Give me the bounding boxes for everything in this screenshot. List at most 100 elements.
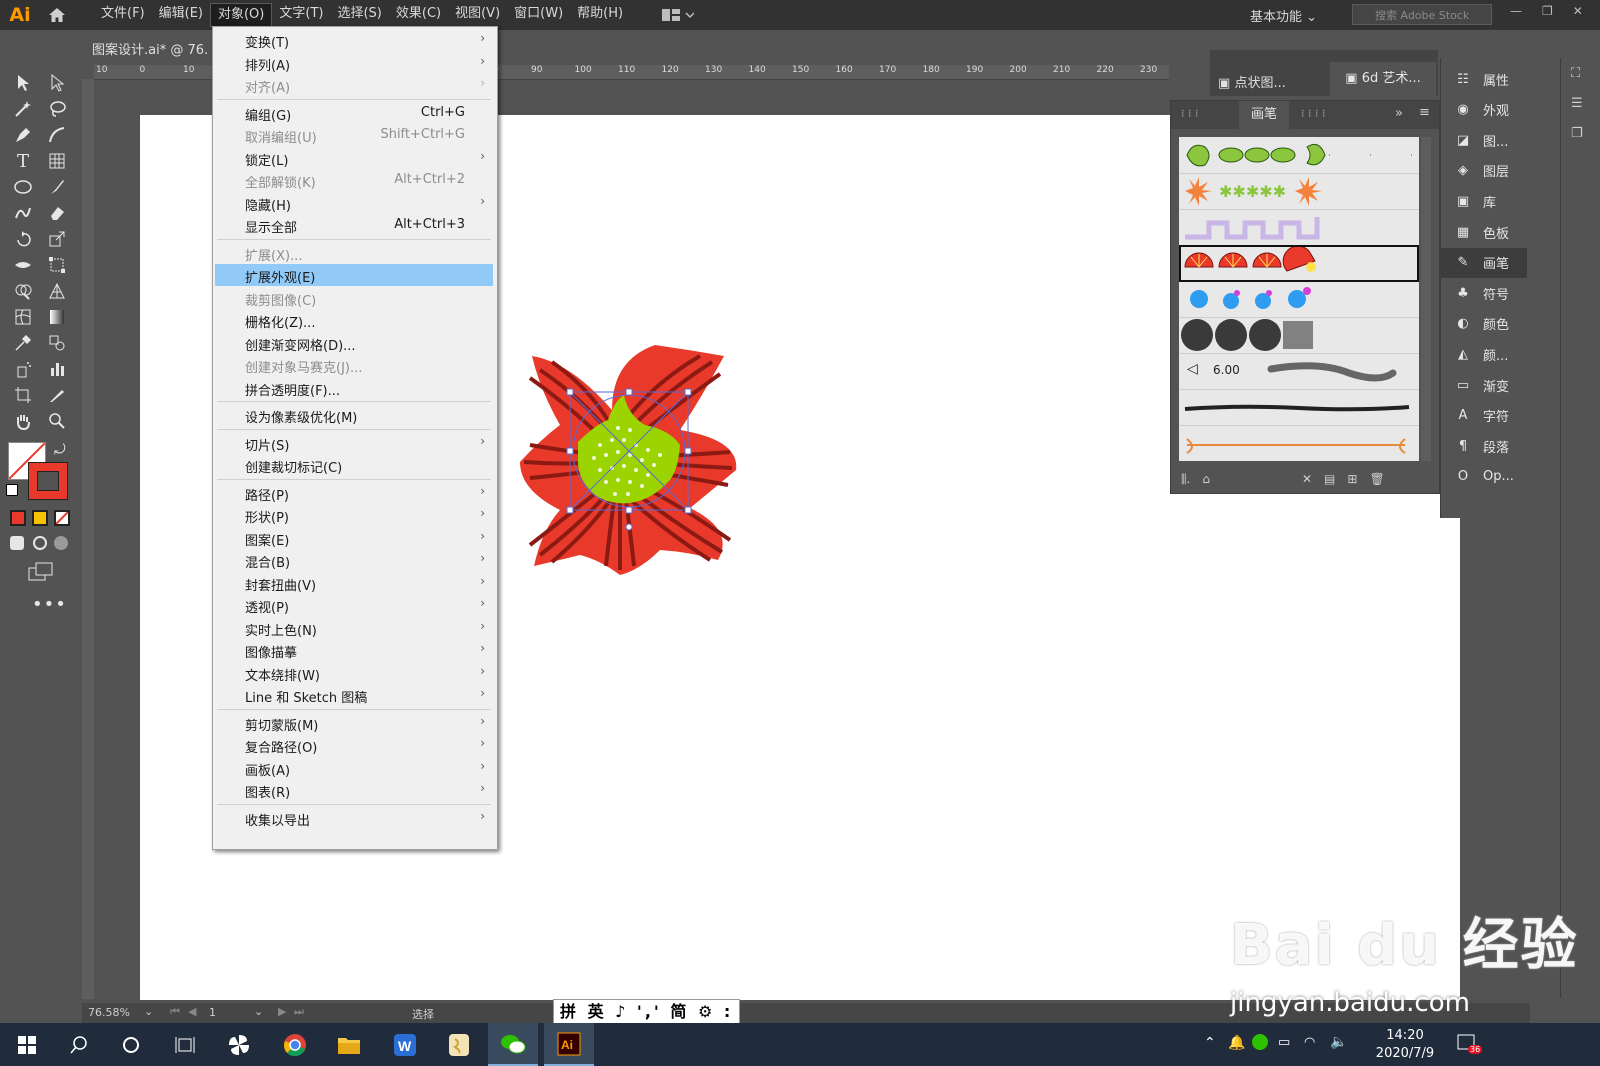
- task-view-icon[interactable]: [160, 1023, 210, 1066]
- perspective-grid-tool-icon[interactable]: [44, 280, 70, 302]
- artboard-tool-icon[interactable]: [10, 384, 36, 406]
- brush-item[interactable]: [1179, 137, 1419, 174]
- none-mode-icon[interactable]: [54, 510, 70, 526]
- object-menu-item[interactable]: 收集以导出 ›: [215, 807, 493, 829]
- libraries-panel-icon[interactable]: ⌂: [1202, 472, 1210, 486]
- ellipse-tool-icon[interactable]: [10, 176, 36, 198]
- brush-item[interactable]: [1179, 389, 1419, 426]
- delete-brush-icon[interactable]: 🗑: [1369, 472, 1384, 486]
- arrange-documents-icon[interactable]: [662, 8, 695, 26]
- object-menu-item[interactable]: 透视(P) ›: [215, 594, 493, 616]
- swap-fill-stroke-icon[interactable]: ⤾: [54, 442, 66, 458]
- object-menu-item[interactable]: Line 和 Sketch 图稿 ›: [215, 684, 493, 706]
- prev-artboard-icon[interactable]: ◀: [188, 1005, 196, 1018]
- object-menu-item[interactable]: 文本绕排(W) ›: [215, 662, 493, 684]
- panel-button-character[interactable]: A 字符: [1441, 401, 1527, 431]
- close-icon[interactable]: ✕: [1573, 4, 1583, 18]
- magic-wand-tool-icon[interactable]: [10, 98, 36, 120]
- stroke-swatch[interactable]: [28, 462, 68, 500]
- wps-office-icon[interactable]: W: [380, 1023, 430, 1066]
- notes-app-icon[interactable]: [434, 1023, 484, 1066]
- panel-button-layers[interactable]: ◈ 图层: [1441, 156, 1527, 186]
- eraser-tool-icon[interactable]: [44, 202, 70, 224]
- new-brush-icon[interactable]: ⊞: [1347, 472, 1357, 486]
- dot-pattern-panel-tab[interactable]: ▣ 点状图...: [1218, 72, 1286, 91]
- pinwheel-app-icon[interactable]: [214, 1023, 264, 1066]
- panel-button-appearance[interactable]: ◉ 外观: [1441, 95, 1527, 125]
- column-graph-tool-icon[interactable]: [44, 358, 70, 380]
- mesh-tool-icon[interactable]: [10, 306, 36, 328]
- menu-7[interactable]: 窗口(W): [507, 3, 570, 25]
- gradient-tool-icon[interactable]: [44, 306, 70, 328]
- draw-behind-icon[interactable]: [33, 536, 47, 550]
- menu-2[interactable]: 对象(O): [209, 3, 273, 27]
- system-clock[interactable]: 14:20 2020/7/9: [1370, 1027, 1440, 1063]
- shape-builder-tool-icon[interactable]: [10, 280, 36, 302]
- direct-selection-tool-icon[interactable]: [44, 72, 70, 94]
- cortana-icon[interactable]: [106, 1023, 156, 1066]
- menu-0[interactable]: 文件(F): [94, 3, 152, 25]
- panel-button-properties[interactable]: ☷ 属性: [1441, 64, 1527, 94]
- object-menu-item[interactable]: 拼合透明度(F)...: [215, 377, 493, 399]
- network-icon[interactable]: ◠: [1304, 1035, 1315, 1050]
- remove-brush-stroke-icon[interactable]: ✕: [1302, 472, 1312, 486]
- object-menu-item[interactable]: 实时上色(N) ›: [215, 617, 493, 639]
- tab-brushes[interactable]: 画笔: [1239, 101, 1289, 129]
- more-tools-icon[interactable]: •••: [32, 594, 67, 615]
- pathfinder-panel-icon[interactable]: ❐: [1571, 126, 1583, 141]
- action-center-icon[interactable]: 36: [1456, 1033, 1483, 1059]
- panel-button-symbols[interactable]: ♣ 符号: [1441, 278, 1527, 308]
- search-icon[interactable]: [54, 1023, 104, 1066]
- shaper-tool-icon[interactable]: [10, 202, 36, 224]
- brush-item[interactable]: [1179, 281, 1419, 318]
- menu-4[interactable]: 选择(S): [330, 3, 388, 25]
- art-3d-panel-tab[interactable]: ▣ 6d 艺术...: [1330, 62, 1436, 96]
- app-tray-icon[interactable]: [1252, 1034, 1268, 1050]
- menu-3[interactable]: 文字(T): [272, 3, 330, 25]
- panel-menu-icon[interactable]: ≡: [1419, 105, 1430, 120]
- first-artboard-icon[interactable]: ⏮: [170, 1005, 180, 1019]
- type-tool-icon[interactable]: T: [10, 150, 36, 172]
- object-menu-item[interactable]: 锁定(L) ›: [215, 147, 493, 169]
- wechat-icon[interactable]: [488, 1023, 538, 1066]
- slice-tool-icon[interactable]: [44, 384, 70, 406]
- brush-item-selected[interactable]: [1179, 245, 1419, 282]
- object-menu-item[interactable]: 图案(E) ›: [215, 527, 493, 549]
- panel-button-color[interactable]: ◐ 颜色: [1441, 309, 1527, 339]
- panel-button-paragraph[interactable]: ¶ 段落: [1441, 431, 1527, 461]
- object-menu-item[interactable]: 显示全部 Alt+Ctrl+3: [215, 214, 493, 236]
- zoom-tool-icon[interactable]: [44, 410, 70, 432]
- menu-5[interactable]: 效果(C): [389, 3, 448, 25]
- ime-toolbar[interactable]: 拼 英 ♪ ',' 简 ⚙ :: [553, 999, 741, 1025]
- brush-libraries-icon[interactable]: ⫼.: [1181, 472, 1190, 487]
- brush-item[interactable]: ✱✱✱✱✱: [1179, 173, 1419, 210]
- blend-tool-icon[interactable]: [44, 332, 70, 354]
- workspace-switcher[interactable]: 基本功能 ⌄: [1250, 6, 1317, 25]
- draw-inside-icon[interactable]: [54, 536, 68, 550]
- object-menu-item[interactable]: 排列(A) ›: [215, 52, 493, 74]
- brush-item[interactable]: [1179, 209, 1419, 246]
- expand-panel-icon[interactable]: »: [1395, 106, 1403, 121]
- brush-item[interactable]: ◁ 6.00: [1179, 353, 1419, 390]
- chevron-down-icon[interactable]: ⌄: [254, 1005, 263, 1018]
- panel-button-graphic-styles[interactable]: ◪ 图...: [1441, 125, 1527, 155]
- brush-options-icon[interactable]: ▤: [1324, 472, 1335, 486]
- object-menu-item[interactable]: 设为像素级优化(M): [215, 404, 493, 426]
- draw-mode-icon[interactable]: [10, 536, 24, 550]
- zoom-level[interactable]: 76.58%: [88, 1006, 130, 1019]
- restore-icon[interactable]: ❐: [1542, 4, 1553, 18]
- object-menu-item[interactable]: 图像描摹 ›: [215, 639, 493, 661]
- object-menu-item[interactable]: 混合(B) ›: [215, 549, 493, 571]
- document-tab[interactable]: 图案设计.ai* @ 76.: [82, 37, 212, 65]
- chevron-down-icon[interactable]: ⌄: [144, 1005, 153, 1018]
- object-menu-item[interactable]: 图表(R) ›: [215, 779, 493, 801]
- brush-list-scrollbar[interactable]: [1421, 137, 1431, 461]
- menu-6[interactable]: 视图(V): [448, 3, 507, 25]
- next-artboard-icon[interactable]: ▶: [278, 1005, 286, 1018]
- menu-1[interactable]: 编辑(E): [152, 3, 210, 25]
- windows-start-icon[interactable]: [2, 1023, 52, 1066]
- illustrator-taskbar-icon[interactable]: Ai: [544, 1023, 594, 1066]
- table-grid-tool-icon[interactable]: [44, 150, 70, 172]
- panel-button-swatches[interactable]: ▦ 色板: [1441, 217, 1527, 247]
- panel-grip-icon[interactable]: ⁞ ⁞ ⁞ ⁞: [1301, 107, 1325, 120]
